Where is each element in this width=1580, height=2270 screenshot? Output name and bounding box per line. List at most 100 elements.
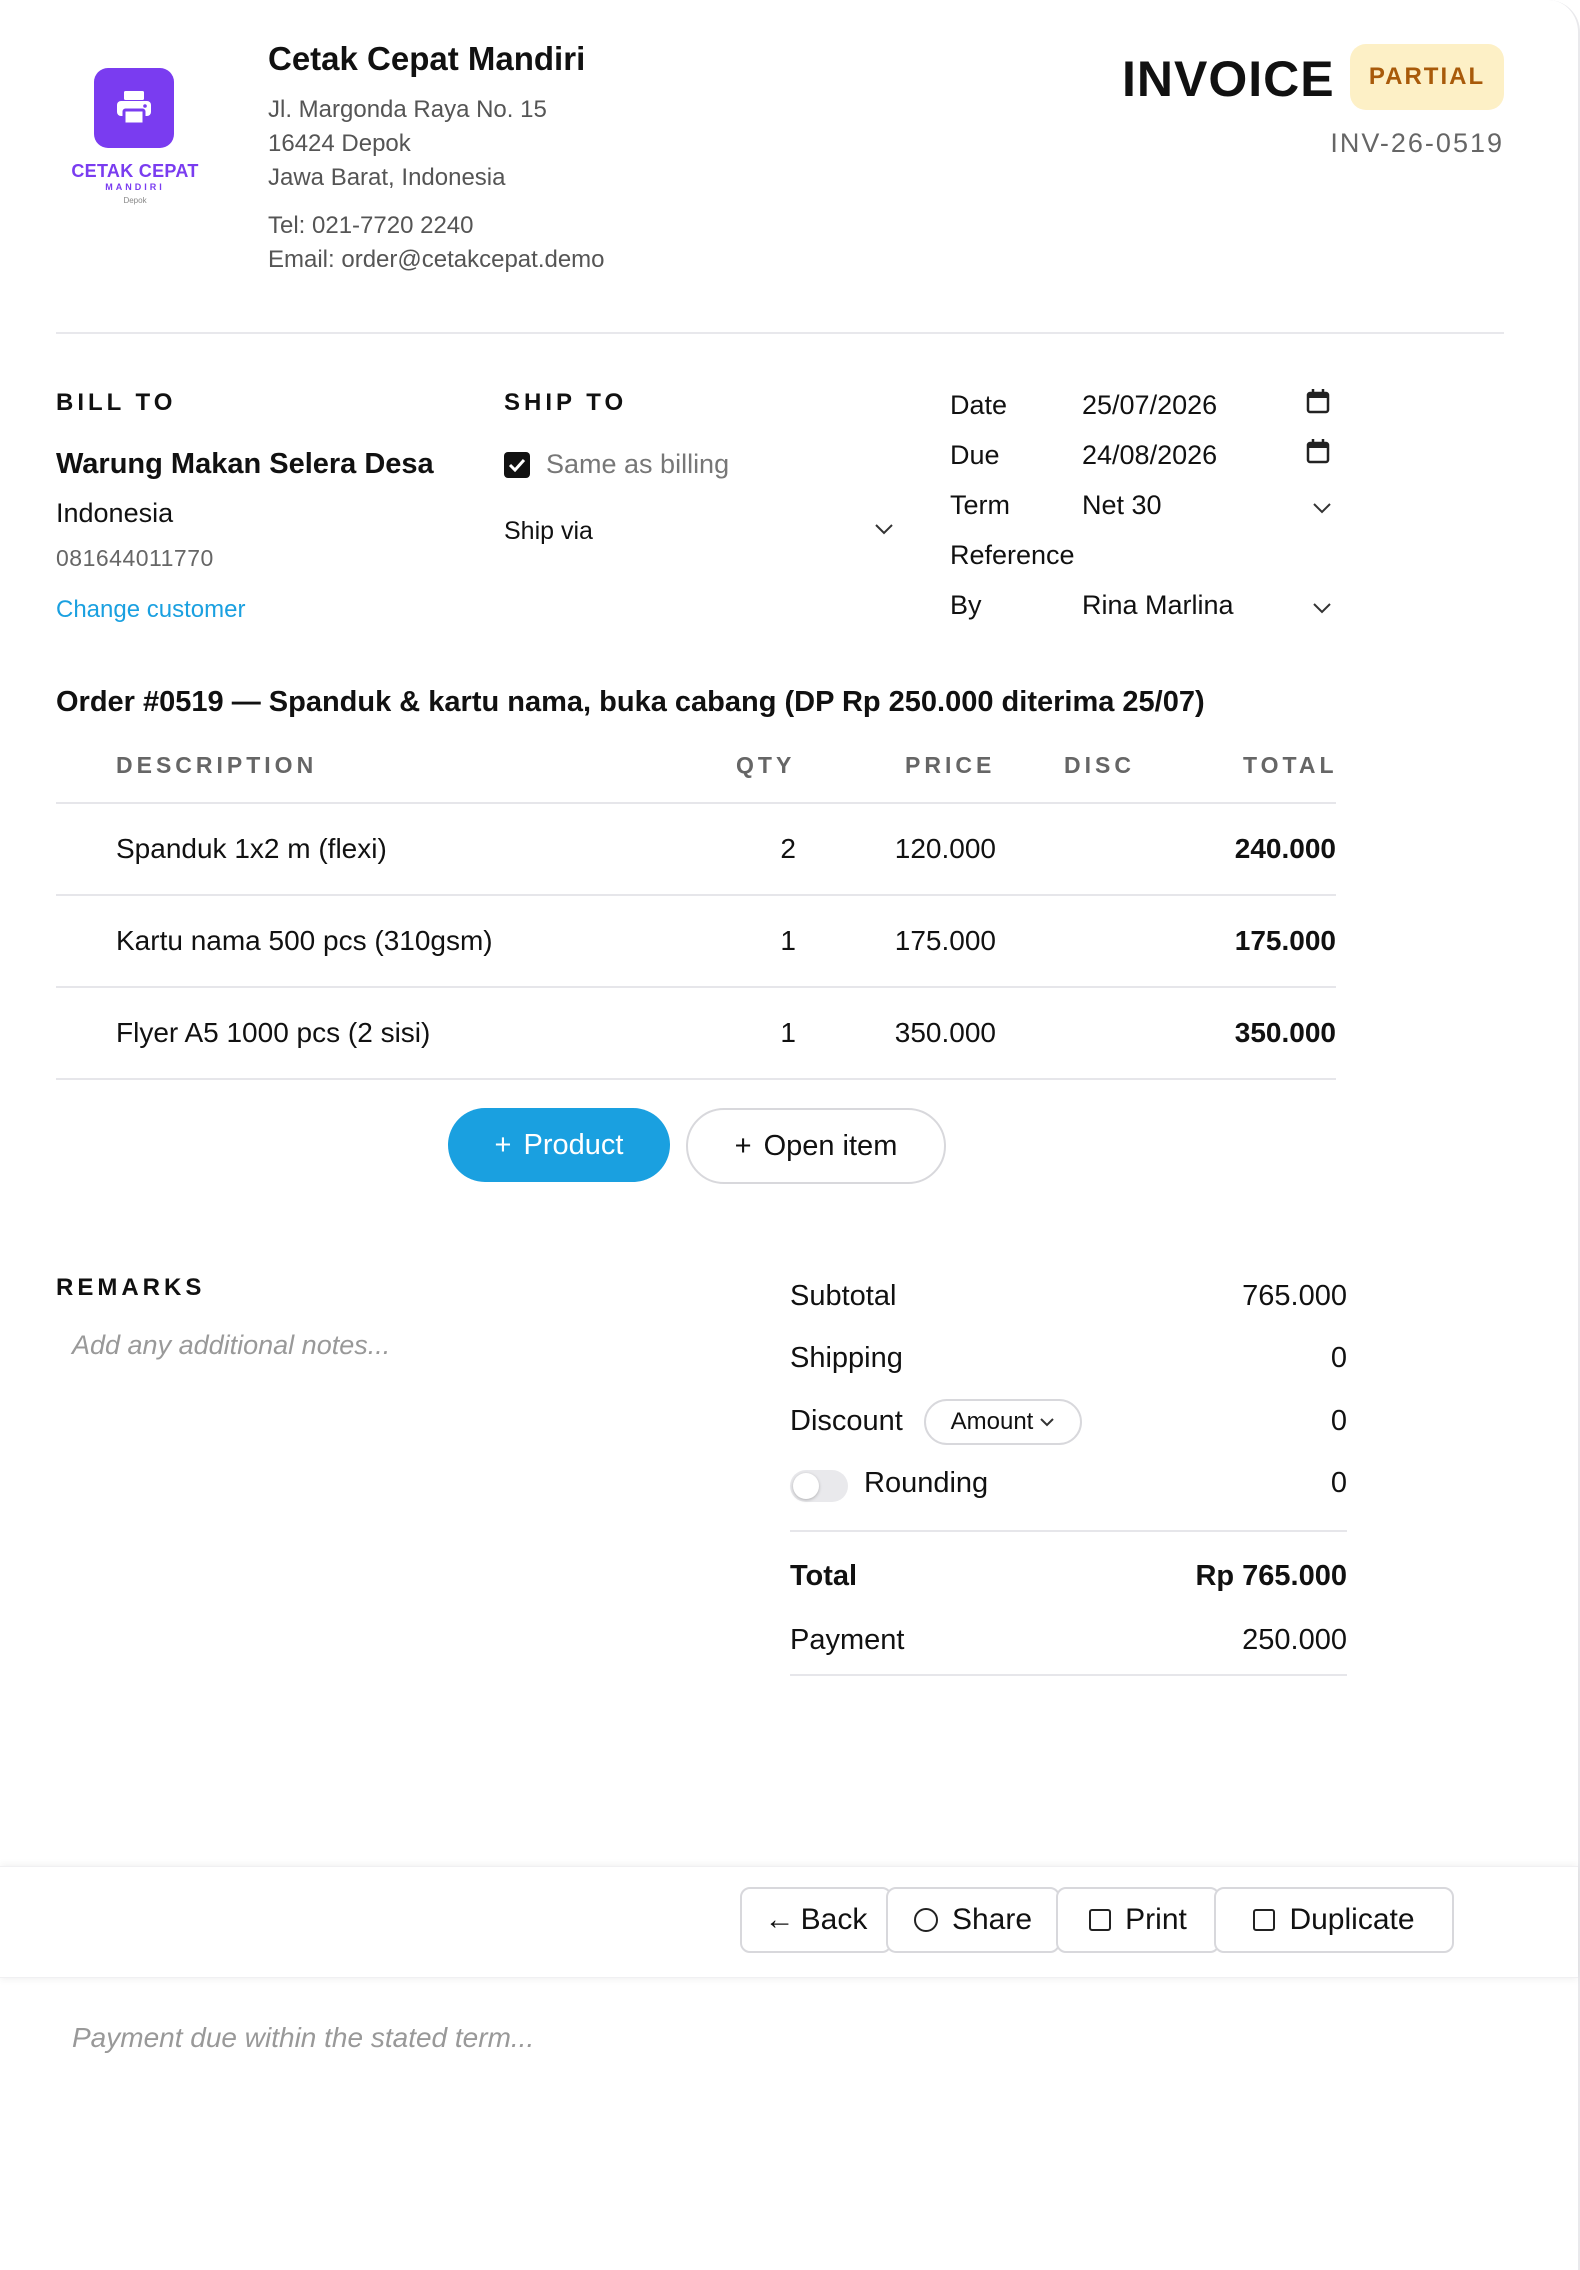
date-field[interactable]: 25/07/2026	[1082, 390, 1217, 421]
rounding-toggle-knob	[793, 1473, 819, 1499]
customer-phone: 081644011770	[56, 545, 214, 571]
term-label: Term	[950, 490, 1010, 520]
ship-via-label: Ship via	[504, 517, 593, 545]
discount-type-select[interactable]: Amount	[924, 1399, 1082, 1445]
back-label: Back	[800, 1903, 868, 1936]
by-select[interactable]: Rina Marlina	[1082, 590, 1234, 621]
same-as-billing-label: Same as billing	[546, 449, 730, 479]
col-header-description: DESCRIPTION	[116, 752, 318, 778]
printer-icon	[117, 91, 151, 126]
invoice-number: INV-26-0519	[1330, 128, 1504, 158]
terms-textarea[interactable]: Payment due within the stated term...	[72, 2022, 534, 2054]
company-address-line2: 16424 Depok	[268, 130, 411, 157]
remarks-heading: REMARKS	[56, 1274, 206, 1301]
row-qty: 1	[780, 925, 796, 956]
plus-icon: +	[494, 1128, 512, 1161]
row-qty: 1	[780, 1017, 796, 1048]
plus-icon: +	[734, 1129, 752, 1162]
col-header-qty: QTY	[736, 752, 796, 778]
invoice-title: INVOICE	[1122, 51, 1335, 107]
table-row[interactable]: Kartu nama 500 pcs (310gsm) 1 175.000 17…	[56, 896, 1336, 986]
change-customer-link[interactable]: Change customer	[56, 596, 245, 624]
due-label: Due	[950, 440, 1000, 470]
order-title: Order #0519 — Spanduk & kartu nama, buka…	[56, 686, 1205, 718]
share-icon	[913, 1908, 938, 1932]
chevron-down-icon[interactable]	[1312, 602, 1332, 614]
logo-wordmark: CETAK CEPAT	[71, 161, 199, 181]
table-row[interactable]: Spanduk 1x2 m (flexi) 2 120.000 240.000	[56, 804, 1336, 894]
payment-value: 250.000	[1242, 1624, 1347, 1656]
share-button[interactable]: Share	[886, 1887, 1060, 1953]
col-header-total: TOTAL	[1243, 752, 1338, 778]
same-as-billing-checkbox[interactable]	[504, 452, 530, 478]
row-total: 175.000	[1234, 925, 1336, 956]
company-phone: Tel: 021-7720 2240	[268, 212, 474, 239]
remarks-textarea[interactable]: Add any additional notes...	[72, 1330, 390, 1361]
calendar-icon[interactable]	[1306, 388, 1330, 414]
term-select[interactable]: Net 30	[1082, 490, 1162, 521]
discount-type-label: Amount	[950, 1408, 1034, 1435]
ship-to-heading: SHIP TO	[504, 389, 628, 416]
print-icon	[1089, 1909, 1112, 1931]
rounding-value: 0	[1330, 1467, 1347, 1499]
rounding-label: Rounding	[864, 1467, 989, 1499]
table-divider	[56, 1078, 1336, 1080]
ship-via-select[interactable]: Ship via	[504, 517, 894, 546]
duplicate-label: Duplicate	[1289, 1903, 1415, 1936]
total-label: Total	[790, 1560, 858, 1592]
reference-field[interactable]	[1082, 540, 1322, 574]
add-product-button[interactable]: + Product	[448, 1108, 670, 1182]
company-logo	[94, 68, 174, 148]
duplicate-button[interactable]: Duplicate	[1214, 1887, 1454, 1953]
row-description: Spanduk 1x2 m (flexi)	[116, 833, 387, 864]
payment-label: Payment	[790, 1624, 905, 1656]
company-address-line1: Jl. Margonda Raya No. 15	[268, 96, 547, 123]
chevron-down-icon[interactable]	[1312, 502, 1332, 514]
logo-city: Depok	[123, 196, 147, 205]
shipping-label: Shipping	[790, 1342, 903, 1374]
row-total: 240.000	[1234, 833, 1336, 864]
customer-name: Warung Makan Selera Desa	[56, 448, 434, 480]
add-open-item-label: Open item	[763, 1129, 898, 1162]
due-date-field[interactable]: 24/08/2026	[1082, 440, 1217, 471]
header-divider	[56, 332, 1504, 334]
duplicate-icon	[1253, 1909, 1276, 1931]
status-badge: PARTIAL	[1350, 44, 1504, 110]
reference-label: Reference	[950, 540, 1075, 570]
bill-to-heading: BILL TO	[56, 389, 177, 416]
share-label: Share	[951, 1903, 1033, 1936]
row-description: Kartu nama 500 pcs (310gsm)	[116, 925, 493, 956]
print-label: Print	[1125, 1903, 1187, 1936]
company-name: Cetak Cepat Mandiri	[268, 40, 586, 77]
print-button[interactable]: Print	[1056, 1887, 1220, 1953]
add-open-item-button[interactable]: + Open item	[686, 1108, 946, 1184]
calendar-icon[interactable]	[1306, 438, 1330, 464]
shipping-value[interactable]: 0	[1100, 1342, 1347, 1375]
company-address-line3: Jawa Barat, Indonesia	[268, 164, 506, 191]
row-qty: 2	[780, 833, 796, 864]
summary-divider	[790, 1530, 1347, 1532]
by-label: By	[950, 590, 982, 620]
logo-subtitle: MANDIRI	[105, 182, 165, 192]
discount-label: Discount	[790, 1405, 903, 1437]
subtotal-value: 765.000	[1242, 1280, 1347, 1312]
invoice-card: CETAK CEPAT MANDIRI Depok Cetak Cepat Ma…	[0, 0, 1580, 2270]
chevron-down-icon	[875, 524, 893, 535]
row-price: 120.000	[894, 833, 996, 864]
summary-divider	[790, 1674, 1347, 1676]
row-price: 350.000	[894, 1017, 996, 1048]
chevron-down-icon	[1040, 1418, 1055, 1427]
row-description: Flyer A5 1000 pcs (2 sisi)	[116, 1017, 431, 1048]
add-product-label: Product	[523, 1128, 624, 1161]
row-price: 175.000	[894, 925, 996, 956]
col-header-disc: DISC	[1064, 752, 1135, 778]
total-value: Rp 765.000	[1195, 1560, 1347, 1592]
subtotal-label: Subtotal	[790, 1280, 897, 1312]
table-row[interactable]: Flyer A5 1000 pcs (2 sisi) 1 350.000 350…	[56, 988, 1336, 1078]
row-total: 350.000	[1234, 1017, 1336, 1048]
discount-value[interactable]: 0	[1100, 1405, 1347, 1438]
company-email: Email: order@cetakcepat.demo	[268, 246, 605, 273]
customer-country: Indonesia	[56, 498, 174, 528]
back-button[interactable]: ← Back	[740, 1887, 892, 1953]
col-header-price: PRICE	[905, 752, 996, 778]
